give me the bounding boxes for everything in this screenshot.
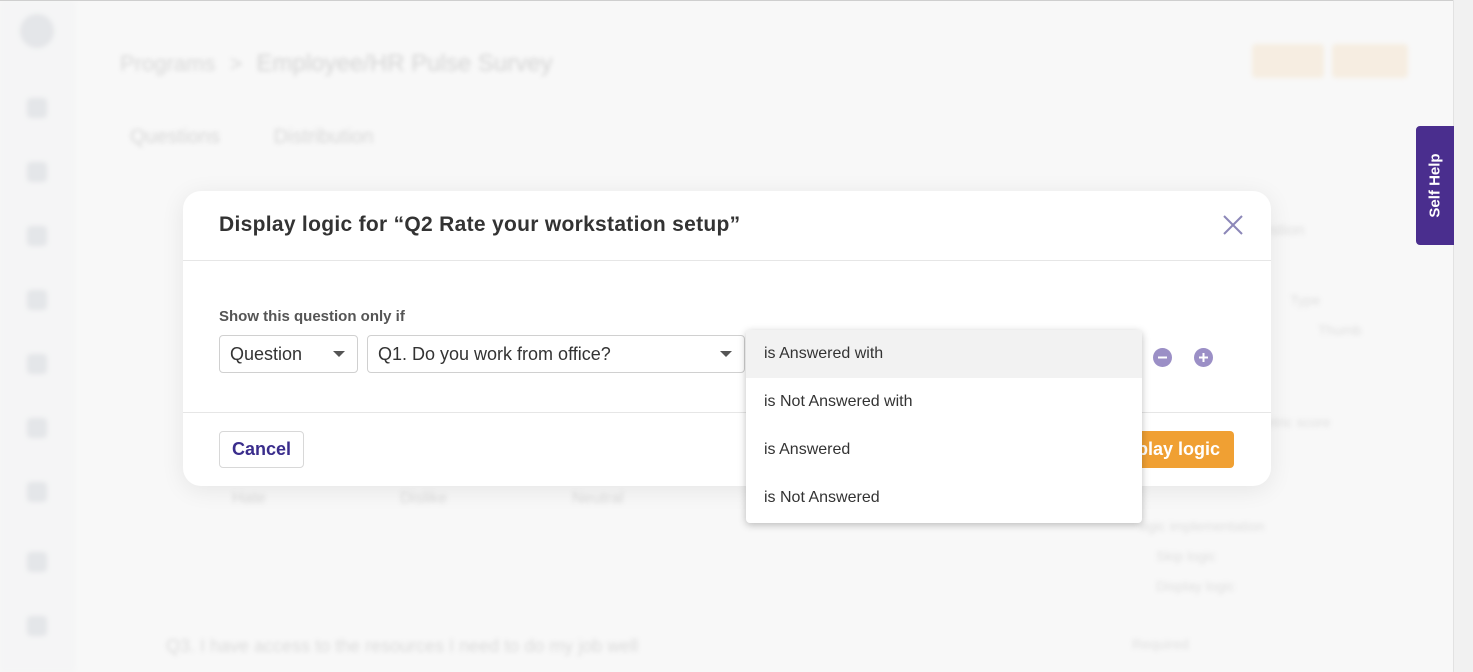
chevron-down-icon xyxy=(333,351,345,357)
dropdown-option-is-not-answered[interactable]: is Not Answered xyxy=(746,474,1142,522)
plus-circle-icon xyxy=(1199,353,1208,362)
chevron-down-icon xyxy=(720,351,732,357)
top-border xyxy=(0,0,1473,1)
operator-dropdown-menu: is Answered with is Not Answered with is… xyxy=(746,330,1142,523)
header-divider xyxy=(183,260,1271,261)
dropdown-option-is-not-answered-with[interactable]: is Not Answered with xyxy=(746,378,1142,426)
question-select-value: Q1. Do you work from office? xyxy=(378,343,611,364)
minus-circle-icon xyxy=(1158,356,1167,359)
dropdown-option-is-answered-with[interactable]: is Answered with xyxy=(746,330,1142,378)
remove-condition-button[interactable] xyxy=(1153,348,1172,367)
question-select[interactable]: Q1. Do you work from office? xyxy=(367,335,745,373)
self-help-tab[interactable]: Self Help xyxy=(1416,126,1454,245)
condition-type-select[interactable]: Question xyxy=(219,335,358,373)
modal-title: Display logic for “Q2 Rate your workstat… xyxy=(219,213,741,236)
condition-label: Show this question only if xyxy=(219,308,405,325)
close-button[interactable] xyxy=(1219,211,1247,239)
add-condition-button[interactable] xyxy=(1194,348,1213,367)
cancel-button[interactable]: Cancel xyxy=(219,431,304,468)
self-help-label: Self Help xyxy=(1426,153,1444,218)
condition-type-value: Question xyxy=(230,343,303,364)
close-icon xyxy=(1223,215,1243,235)
page-scrollbar[interactable] xyxy=(1453,0,1473,672)
dropdown-option-is-answered[interactable]: is Answered xyxy=(746,426,1142,474)
